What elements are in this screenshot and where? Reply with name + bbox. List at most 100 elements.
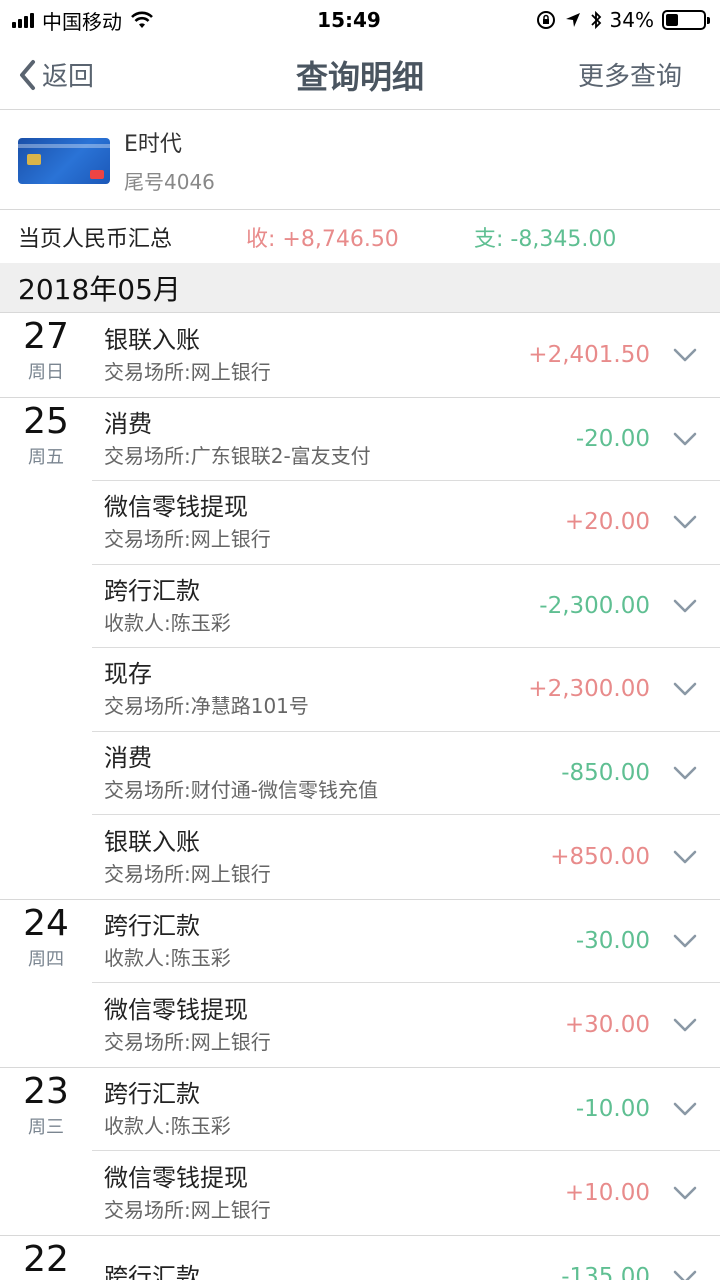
transaction-row[interactable]: 微信零钱提现 交易场所:网上银行 +10.00	[92, 1151, 720, 1235]
transaction-row[interactable]: 跨行汇款收款人:陈玉彩 -2,300.00	[92, 565, 720, 648]
transaction-subtitle: 交易场所:网上银行	[104, 1029, 271, 1054]
transaction-row[interactable]: 现存 交易场所:净慧路101号 +2,300.00	[92, 648, 720, 732]
transaction-text: 银联入账交易场所:网上银行	[104, 825, 430, 889]
transaction-row[interactable]: 消费 交易场所:财付通-微信零钱充值 -850.00	[92, 732, 720, 815]
transaction-title: 银联入账	[104, 827, 200, 856]
rotation-lock-icon	[536, 11, 555, 29]
transaction-amount: +850.00	[550, 843, 650, 870]
expand-toggle[interactable]	[650, 1102, 720, 1116]
transaction-row[interactable]: 银联入账 交易场所:网上银行 +2,401.50	[92, 313, 720, 397]
chevron-down-icon	[673, 1102, 697, 1116]
transaction-subtitle: 收款人:陈玉彩	[104, 1113, 231, 1138]
transaction-row[interactable]: 跨行汇款 收款人:陈玉彩 -30.00	[92, 900, 720, 983]
card-info: E时代 尾号4046	[124, 126, 215, 195]
month-header: 2018年05月	[0, 263, 720, 313]
transaction-subtitle: 收款人:陈玉彩	[104, 945, 231, 970]
day-column: 23 周三	[0, 1068, 92, 1235]
more-query-button[interactable]: 更多查询	[520, 56, 720, 93]
day-number: 27	[23, 316, 69, 357]
weekday-label: 周三	[28, 1116, 64, 1138]
weekday-label: 周五	[28, 446, 64, 468]
expand-toggle[interactable]	[650, 348, 720, 362]
carrier-label: 中国移动	[42, 9, 122, 34]
status-bar: 中国移动 15:49 34%	[0, 0, 720, 40]
transactions-column: 跨行汇款 收款人:陈玉彩 -30.00 微信零钱提现 交易场所:网上银行 +30.00	[92, 900, 720, 1067]
summary-row: 当页人民币汇总 收: +8,746.50 支: -8,345.00	[0, 211, 720, 263]
expand-toggle[interactable]	[650, 682, 720, 696]
transaction-row[interactable]: 消费 交易场所:广东银联2-富友支付 -20.00	[92, 398, 720, 481]
transaction-amount: -135.00	[561, 1264, 650, 1280]
transaction-row[interactable]: 银联入账交易场所:网上银行 +850.00	[92, 815, 720, 899]
summary-expense: 支: -8,345.00	[474, 227, 617, 252]
transaction-list: 27 周日 银联入账 交易场所:网上银行 +2,401.50 25 周五 消费 交易场所:广东银…	[0, 313, 720, 1280]
transaction-amount: -850.00	[561, 759, 650, 786]
battery-percent: 34%	[609, 8, 654, 32]
transactions-column: 跨行汇款收款人:陈玉彩 -10.00 微信零钱提现 交易场所:网上银行 +10.00	[92, 1068, 720, 1235]
transaction-row[interactable]: 微信零钱提现交易场所:网上银行 +20.00	[92, 481, 720, 565]
chevron-left-icon	[20, 59, 35, 90]
transaction-text: 跨行汇款 收款人:陈玉彩	[104, 909, 430, 973]
transaction-subtitle: 交易场所:网上银行	[104, 527, 271, 552]
nav-bar: 返回 查询明细 更多查询	[0, 40, 720, 110]
transaction-subtitle: 交易场所:净慧路101号	[104, 694, 309, 719]
transaction-row[interactable]: 微信零钱提现 交易场所:网上银行 +30.00	[92, 983, 720, 1067]
day-column: 25 周五	[0, 398, 92, 899]
transaction-amount: -30.00	[575, 927, 650, 954]
chevron-down-icon	[673, 934, 697, 948]
battery-fill	[666, 14, 679, 26]
bluetooth-icon	[590, 10, 601, 30]
transaction-amount: -10.00	[575, 1095, 650, 1122]
card-tail-number: 尾号4046	[124, 170, 215, 194]
expand-toggle[interactable]	[650, 515, 720, 529]
transaction-text: 现存 交易场所:净慧路101号	[104, 657, 430, 721]
expand-toggle[interactable]	[650, 1186, 720, 1200]
transaction-title: 微信零钱提现	[104, 1163, 248, 1192]
expand-toggle[interactable]	[650, 850, 720, 864]
day-number: 24	[23, 902, 69, 944]
transaction-amount: +30.00	[564, 1011, 650, 1038]
transaction-title: 跨行汇款	[104, 1079, 200, 1108]
expand-toggle[interactable]	[650, 1270, 720, 1280]
day-group: 22 跨行汇款 -135.00	[0, 1236, 720, 1280]
transaction-text: 微信零钱提现 交易场所:网上银行	[104, 993, 430, 1057]
transaction-amount: -20.00	[575, 425, 650, 452]
transaction-title: 银联入账	[104, 325, 200, 354]
battery-icon	[662, 10, 710, 30]
transaction-title: 跨行汇款	[104, 576, 200, 605]
status-right: 34%	[446, 8, 710, 32]
transaction-amount: +20.00	[564, 509, 650, 536]
back-button[interactable]: 返回	[0, 56, 200, 93]
transaction-subtitle: 交易场所:网上银行	[104, 861, 271, 886]
chevron-down-icon	[673, 1186, 697, 1200]
transaction-row[interactable]: 跨行汇款收款人:陈玉彩 -10.00	[92, 1068, 720, 1151]
expand-toggle[interactable]	[650, 766, 720, 780]
transaction-text: 消费 交易场所:财付通-微信零钱充值	[104, 741, 430, 805]
transaction-title: 跨行汇款	[104, 1263, 200, 1280]
transaction-row[interactable]: 跨行汇款 -135.00	[92, 1236, 720, 1280]
page-title: 查询明细	[295, 57, 424, 96]
day-group: 27 周日 银联入账 交易场所:网上银行 +2,401.50	[0, 313, 720, 398]
transaction-subtitle: 收款人:陈玉彩	[104, 610, 231, 635]
transaction-text: 银联入账 交易场所:网上银行	[104, 323, 430, 387]
bank-card-image	[18, 137, 110, 184]
transaction-title: 消费	[104, 409, 152, 438]
expand-toggle[interactable]	[650, 432, 720, 446]
chevron-down-icon	[673, 348, 697, 362]
weekday-label: 周日	[28, 362, 64, 383]
chevron-down-icon	[673, 599, 697, 613]
card-name: E时代	[124, 132, 182, 157]
transaction-title: 消费	[104, 743, 152, 772]
transaction-text: 跨行汇款收款人:陈玉彩	[104, 574, 430, 638]
transaction-amount: +10.00	[564, 1179, 650, 1206]
chevron-down-icon	[673, 850, 697, 864]
transaction-amount: -2,300.00	[539, 592, 650, 619]
expand-toggle[interactable]	[650, 599, 720, 613]
chevron-down-icon	[673, 515, 697, 529]
day-column: 24 周四	[0, 900, 92, 1067]
summary-income: 收: +8,746.50	[246, 227, 399, 252]
day-number: 23	[23, 1070, 69, 1112]
transaction-title: 微信零钱提现	[104, 493, 248, 522]
expand-toggle[interactable]	[650, 934, 720, 948]
expand-toggle[interactable]	[650, 1018, 720, 1032]
day-number: 22	[23, 1238, 69, 1280]
